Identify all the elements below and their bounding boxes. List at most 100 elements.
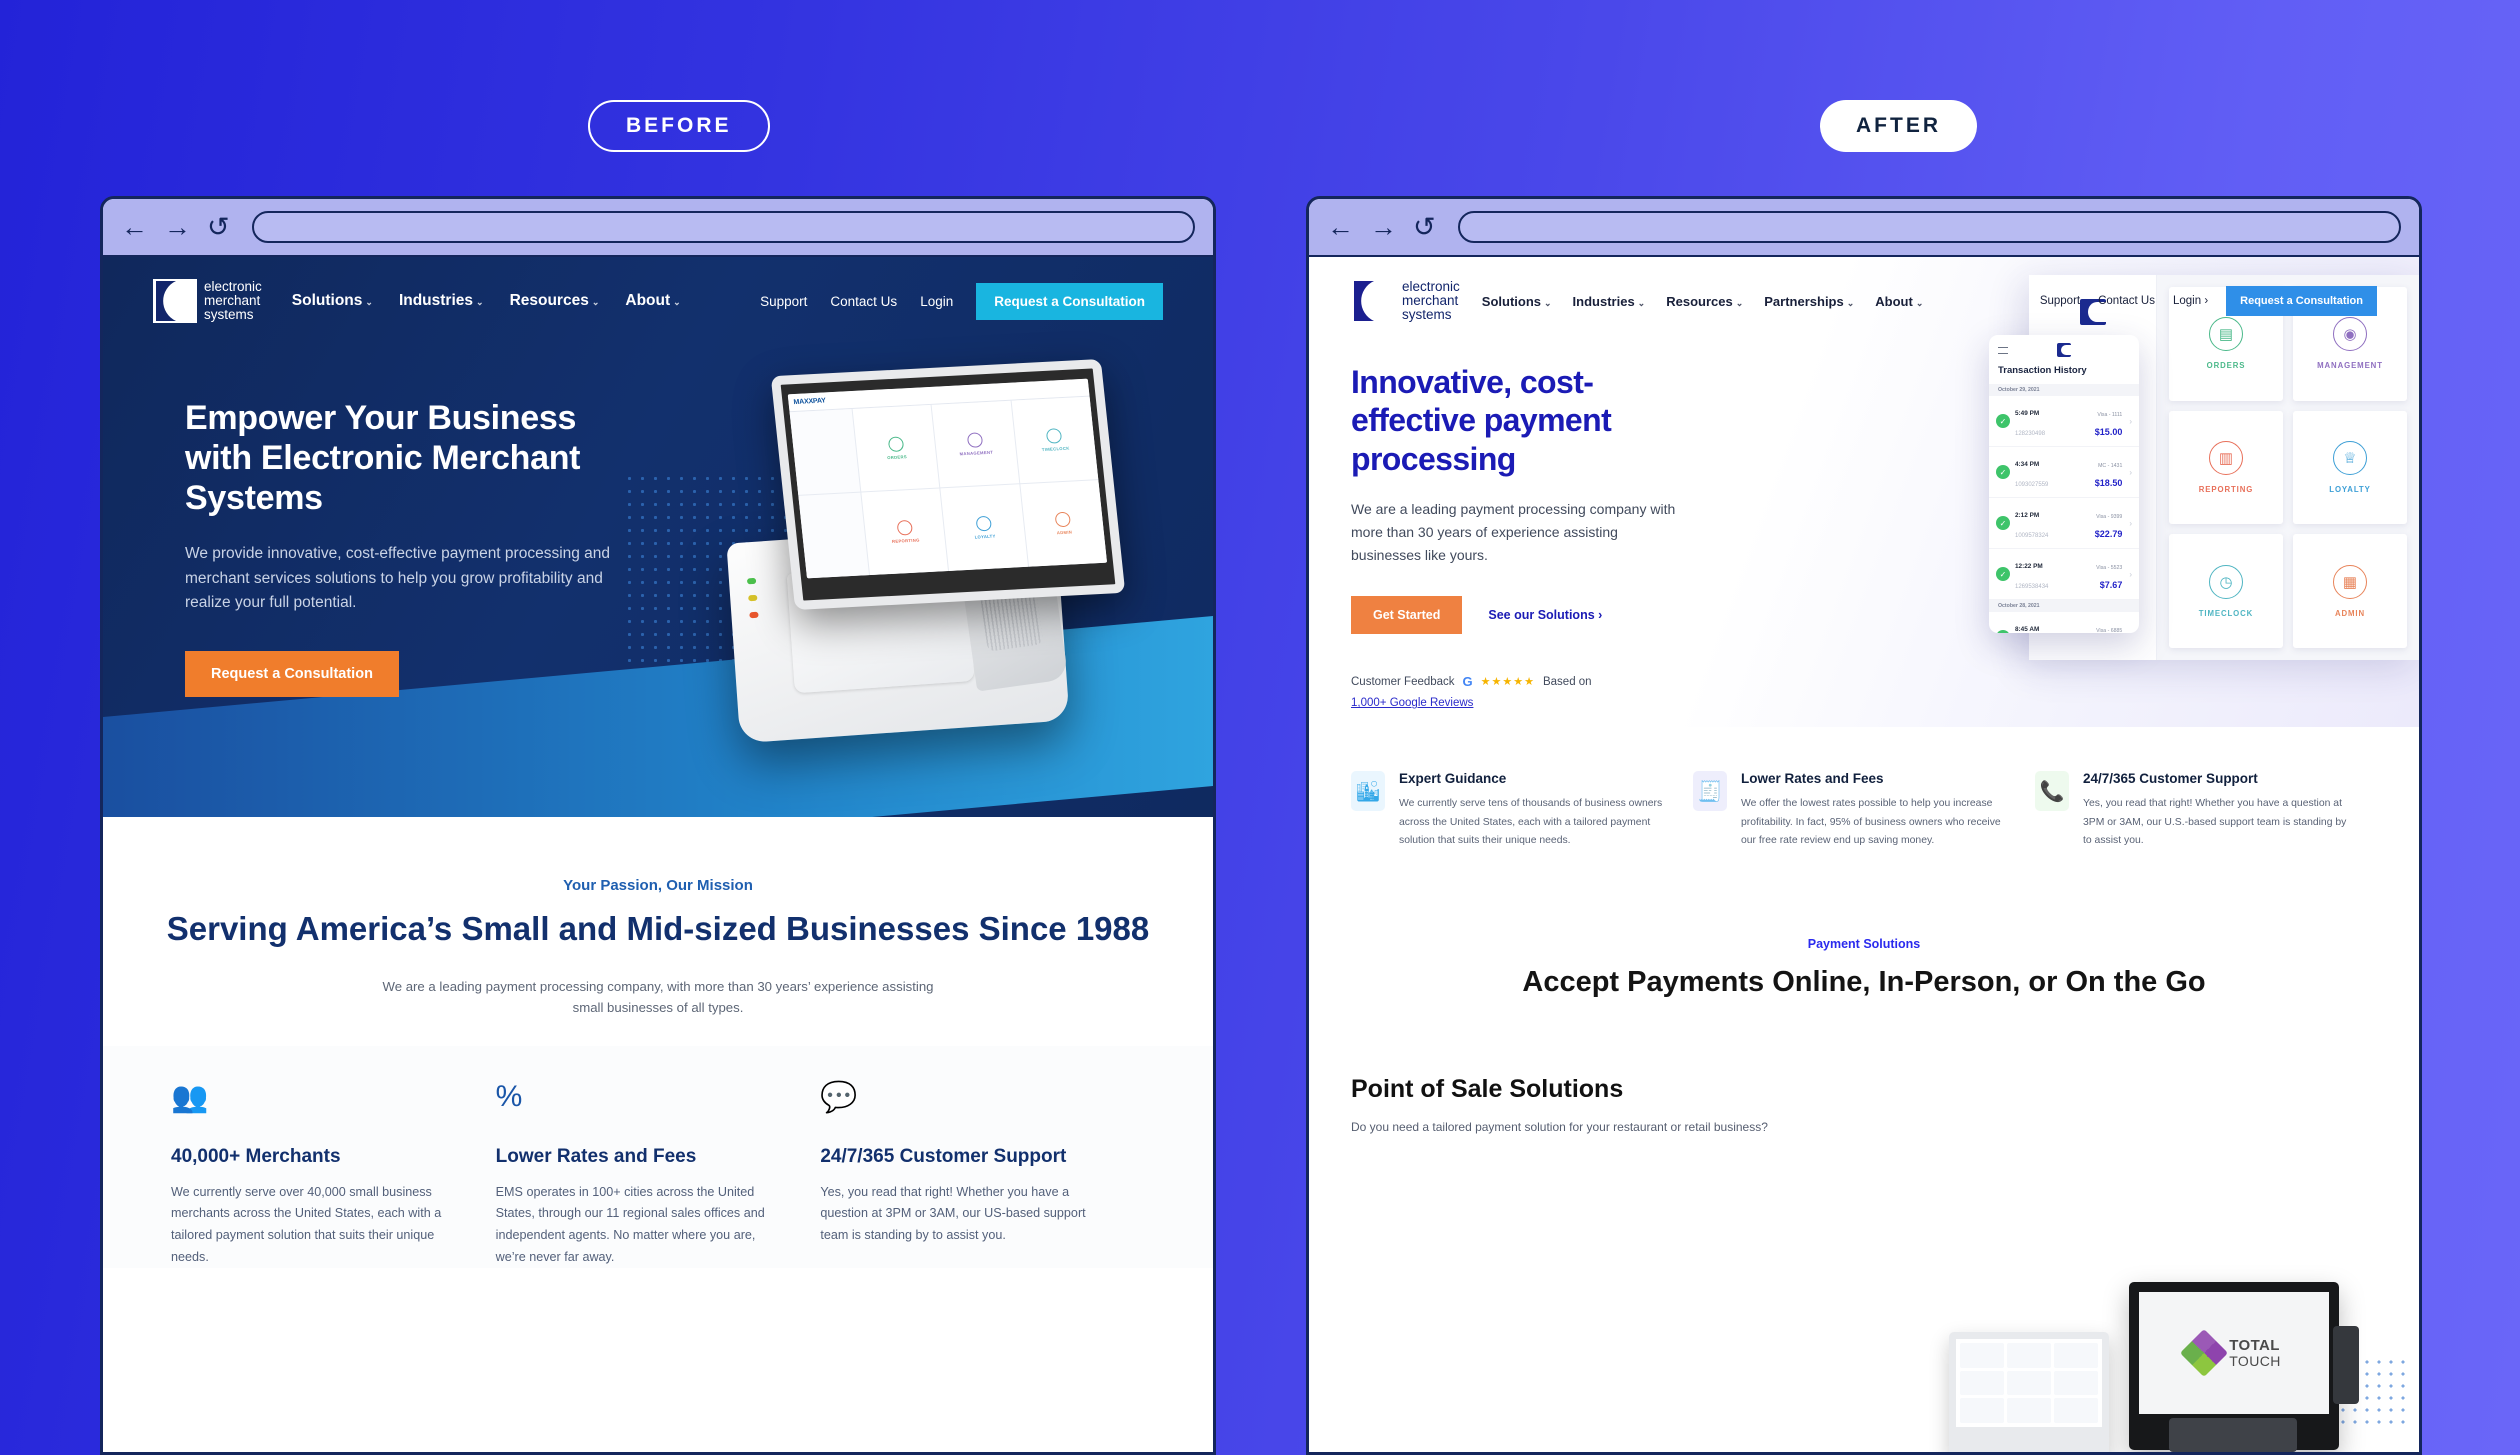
before-site-navbar: electronic merchant systems Solutions ⌄ I… xyxy=(103,257,1213,323)
chevron-down-icon: ⌄ xyxy=(1735,297,1744,308)
badge-after-label: AFTER xyxy=(1856,114,1941,137)
chevron-down-icon: ⌄ xyxy=(1846,297,1855,308)
pos-tile-label: REPORTING xyxy=(891,537,920,544)
primary-nav: Solutions ⌄ Industries ⌄ Resources ⌄ Partne… xyxy=(1482,294,1924,309)
request-consultation-button[interactable]: Request a Consultation xyxy=(976,282,1163,320)
nav-item-contact-us[interactable]: Contact Us xyxy=(2098,295,2155,307)
chevron-down-icon: ⌄ xyxy=(365,297,373,307)
txn-card: MC - 1431 xyxy=(2098,462,2123,469)
hero-title: Empower Your Business with Electronic Me… xyxy=(185,399,581,518)
pos-status-leds xyxy=(746,577,759,619)
google-reviews-link[interactable]: 1,000+ Google Reviews xyxy=(1351,697,1473,709)
nav-item-solutions[interactable]: Solutions ⌄ xyxy=(1482,294,1552,309)
transaction-row[interactable]: ✓ 12:22 PM 1269538434 Visa - 5523 $7.67 › xyxy=(1989,549,2139,600)
back-icon[interactable]: ← xyxy=(1327,213,1354,241)
pos-devices-image: TOTAL TOUCH xyxy=(1949,1241,2419,1452)
phone-header xyxy=(1989,335,2139,359)
tablet-tile-grid: ▤ ORDERS ◉ MANAGEMENT ▥ REPORTING ♕ LOYA… xyxy=(2157,275,2419,660)
date-group-header: October 28, 2021 xyxy=(1989,600,2139,612)
reload-icon[interactable]: ↺ xyxy=(1413,213,1436,241)
transaction-row[interactable]: ✓ 2:12 PM 1009578324 Visa - 9399 $22.79 › xyxy=(1989,498,2139,549)
nav-item-solutions[interactable]: Solutions ⌄ xyxy=(292,292,373,310)
badge-before: BEFORE xyxy=(588,100,770,152)
after-hero-copy: Innovative, cost-effective payment proce… xyxy=(1309,323,1709,727)
logo-line-3: systems xyxy=(1402,306,1452,322)
badge-before-label: BEFORE xyxy=(626,114,732,137)
ems-logo-icon[interactable] xyxy=(1351,279,1395,323)
nav-item-industries[interactable]: Industries ⌄ xyxy=(1573,294,1646,309)
address-bar[interactable] xyxy=(251,211,1195,243)
forward-icon[interactable]: → xyxy=(1370,213,1397,241)
hero-title: Innovative, cost-effective payment proce… xyxy=(1351,364,1612,477)
hero-cta-button[interactable]: Request a Consultation xyxy=(185,650,399,697)
menu-icon[interactable] xyxy=(1998,346,2008,354)
maxxpay-logo: MAXXPAY xyxy=(793,397,827,407)
txn-time: 8:45 AM xyxy=(2015,626,2040,633)
feedback-label: Customer Feedback xyxy=(1351,675,1455,688)
transaction-row[interactable]: ✓ 8:45 AM1005683731 Visa - 6885$45.65 › xyxy=(1989,612,2139,633)
reporting-icon: ▥ xyxy=(2209,440,2243,475)
nav-item-resources[interactable]: Resources ⌄ xyxy=(510,292,600,310)
tile-admin[interactable]: ▦ ADMIN xyxy=(2293,534,2407,648)
nav-label: Resources xyxy=(509,292,589,309)
phone-transaction-history: Transaction History October 29, 2021 ✓ 5… xyxy=(1989,335,2139,633)
nav-item-support[interactable]: Support xyxy=(760,294,807,309)
nav-item-support[interactable]: Support xyxy=(2040,295,2080,307)
terminal-base xyxy=(2169,1418,2297,1452)
nav-item-login[interactable]: Login › xyxy=(2173,295,2208,307)
forward-icon[interactable]: → xyxy=(164,213,191,241)
get-started-button[interactable]: Get Started xyxy=(1351,596,1463,635)
feature-item: 📞 24/7/365 Customer Support Yes, you rea… xyxy=(2035,771,2377,851)
transaction-row[interactable]: ✓ 4:34 PM 1093027559 MC - 1431 $18.50 › xyxy=(1989,447,2139,498)
ems-logo-icon xyxy=(2057,343,2071,357)
tile-label: MANAGEMENT xyxy=(2317,361,2383,371)
chevron-right-icon: › xyxy=(2129,416,2132,426)
after-feature-row: 🏙 Expert Guidance We currently serve ten… xyxy=(1309,727,2419,851)
transaction-row[interactable]: ✓ 5:49 PM 128230498 Visa - 1111 $15.00 › xyxy=(1989,396,2139,447)
nav-label: About xyxy=(1875,293,1913,309)
people-icon: 👥 xyxy=(171,1080,209,1114)
reload-icon[interactable]: ↺ xyxy=(207,213,230,241)
google-icon: G xyxy=(1462,674,1473,690)
tile-timeclock[interactable]: ◷ TIMECLOCK xyxy=(2169,534,2283,648)
admin-icon: ▦ xyxy=(2333,564,2367,599)
feature-title: Lower Rates and Fees xyxy=(495,1145,697,1167)
browser-window-after: ← → ↺ electronic merchant systems Soluti… xyxy=(1306,196,2422,1455)
nav-item-login[interactable]: Login xyxy=(920,294,953,309)
nav-item-partnerships[interactable]: Partnerships ⌄ xyxy=(1764,294,1854,309)
before-mission-section: Your Passion, Our Mission Serving Americ… xyxy=(103,817,1213,1046)
after-page-viewport: electronic merchant systems Solutions ⌄ I… xyxy=(1309,257,2419,1452)
tile-label: ADMIN xyxy=(2334,608,2366,618)
percent-icon: % xyxy=(495,1079,523,1113)
ems-logo-icon[interactable] xyxy=(153,279,197,323)
back-icon[interactable]: ← xyxy=(121,213,148,241)
nav-item-about[interactable]: About ⌄ xyxy=(1875,294,1923,309)
nav-item-industries[interactable]: Industries ⌄ xyxy=(399,292,484,310)
txn-amount: $7.67 xyxy=(2099,580,2123,590)
tile-loyalty[interactable]: ♕ LOYALTY xyxy=(2293,410,2407,525)
logo-line-2: merchant xyxy=(1402,293,1459,309)
card-reader xyxy=(2333,1326,2359,1404)
tile-reporting[interactable]: ▥ REPORTING xyxy=(2169,410,2283,525)
phone-support-icon: 📞 xyxy=(2035,771,2069,811)
chevron-down-icon: ⌄ xyxy=(1637,297,1646,308)
feature-body: Yes, you read that right! Whether you ha… xyxy=(820,1184,1086,1243)
txn-card: Visa - 6885 xyxy=(2096,627,2123,633)
feature-body: We offer the lowest rates possible to he… xyxy=(1741,798,2001,847)
before-feature-columns: 👥 40,000+ Merchants We currently serve o… xyxy=(103,1045,1213,1269)
txn-card: Visa - 1111 xyxy=(2097,411,2123,418)
nav-item-resources[interactable]: Resources ⌄ xyxy=(1666,294,1743,309)
nav-item-about[interactable]: About ⌄ xyxy=(625,292,680,310)
tile-label: LOYALTY xyxy=(2329,484,2371,494)
feature-body: EMS operates in 100+ cities across the U… xyxy=(495,1184,765,1264)
total-touch-brand-top: TOTAL xyxy=(2229,1336,2280,1354)
address-bar[interactable] xyxy=(1457,211,2401,243)
nav-label: Industries xyxy=(398,292,474,309)
txn-amount: $15.00 xyxy=(2094,427,2123,437)
before-hero-copy: Empower Your Business with Electronic Me… xyxy=(103,323,633,697)
see-solutions-link[interactable]: See our Solutions › xyxy=(1488,608,1602,622)
mission-body: We are a leading payment processing comp… xyxy=(382,978,934,1015)
pos-terminal-image: MAXXPAY ORDERS MANAGEMENT TIMECLOCK REPO… xyxy=(693,337,1163,767)
nav-item-contact-us[interactable]: Contact Us xyxy=(830,294,897,309)
request-consultation-button[interactable]: Request a Consultation xyxy=(2226,286,2377,316)
